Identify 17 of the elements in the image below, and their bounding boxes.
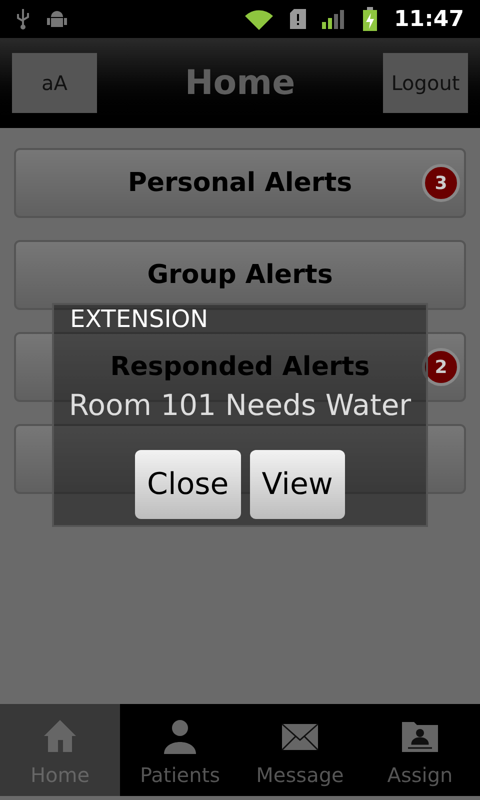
alert-category-button[interactable]: Personal Alerts 3 — [14, 148, 466, 218]
alert-category-button[interactable]: Group Alerts — [14, 240, 466, 310]
logout-button[interactable]: Logout — [383, 53, 468, 113]
screen-title: Home — [184, 62, 296, 104]
count-badge: 3 — [422, 164, 460, 202]
android-icon — [46, 9, 68, 29]
signal-icon — [322, 9, 346, 29]
dialog-title: EXTENSION — [70, 307, 208, 331]
close-button[interactable]: Close — [135, 450, 241, 519]
sd-card-icon — [290, 9, 306, 29]
count-badge: 2 — [422, 348, 460, 386]
view-button[interactable]: View — [250, 450, 345, 519]
battery-charging-icon — [362, 7, 378, 31]
status-time: 11:47 — [394, 6, 464, 34]
font-size-button[interactable]: aA — [12, 53, 97, 113]
usb-icon — [16, 8, 30, 30]
wifi-icon — [244, 8, 274, 30]
